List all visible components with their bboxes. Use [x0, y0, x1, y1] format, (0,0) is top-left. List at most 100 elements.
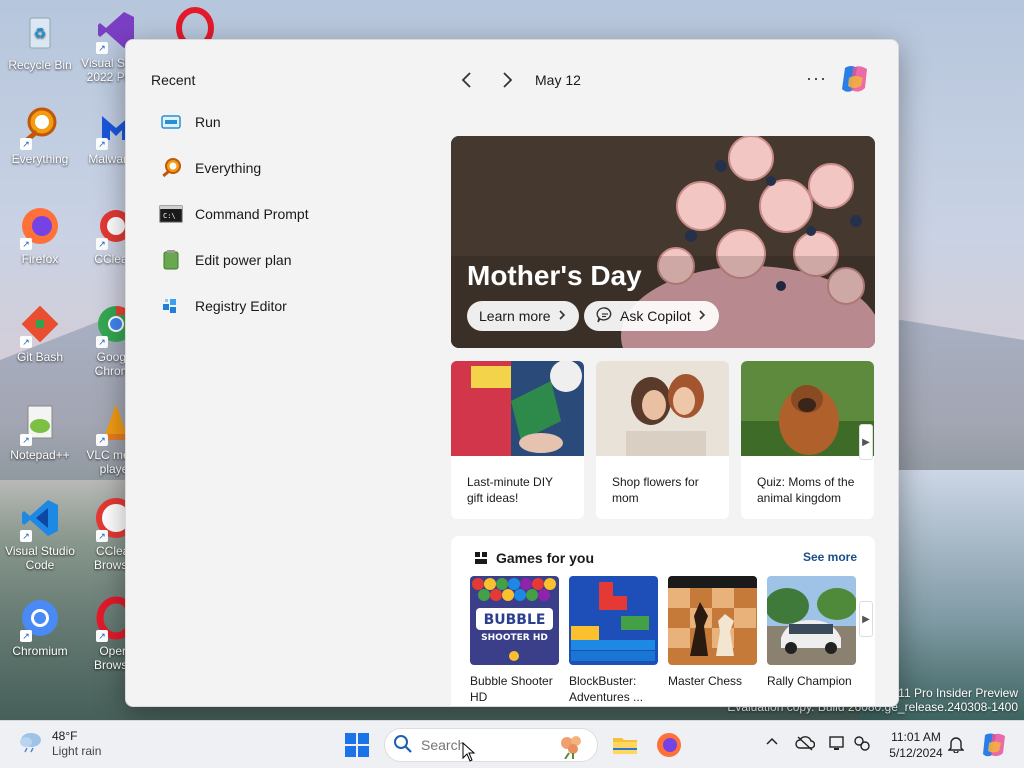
cards-scroll-right-button[interactable]: ▶: [859, 424, 873, 460]
desktop-icon-firefox[interactable]: ↗ Firefox: [0, 204, 80, 266]
recent-item-label: Command Prompt: [195, 206, 309, 222]
search-input[interactable]: [421, 737, 541, 753]
game-tile[interactable]: Rally Champion: [767, 576, 857, 689]
game-name: Rally Champion: [767, 674, 852, 688]
chevron-right-icon: [697, 308, 707, 324]
more-options-button[interactable]: ···: [806, 68, 827, 89]
recent-item-registry-editor[interactable]: Registry Editor: [159, 291, 287, 321]
run-icon: [159, 110, 183, 134]
recent-item-label: Registry Editor: [195, 298, 287, 314]
learn-more-label: Learn more: [479, 308, 551, 324]
games-scroll-right-button[interactable]: ▶: [859, 601, 873, 637]
recent-item-edit-power-plan[interactable]: Edit power plan: [159, 245, 292, 275]
desktop-icon-git-bash[interactable]: ↗ Git Bash: [0, 302, 80, 364]
game-thumbnail: BUBBLE SHOOTER HD: [470, 576, 559, 665]
next-button[interactable]: [495, 68, 519, 92]
copilot-taskbar-icon[interactable]: [980, 731, 1008, 759]
game-thumbnail: [767, 576, 856, 665]
desktop-icon-label: Notepad++: [10, 448, 70, 462]
copilot-icon[interactable]: [839, 64, 871, 94]
desktop-icon-label: Chromium: [12, 644, 68, 658]
git-bash-icon: ↗: [18, 302, 62, 348]
card-image: [596, 361, 729, 456]
firefox-taskbar-icon[interactable]: [655, 731, 683, 759]
widgets-area: May 12 ··· Mother's Day Learn more Ask C…: [451, 40, 881, 706]
start-panel: Recent Run Everything C:\ Command Prompt…: [125, 39, 899, 707]
volume-settings-icon[interactable]: [853, 735, 871, 754]
mouse-cursor: [462, 741, 476, 767]
desktop-icon-label: Firefox: [21, 252, 59, 266]
game-name: BlockBuster: Adventures ...: [569, 674, 644, 704]
recent-item-label: Everything: [195, 160, 262, 176]
weather-widget[interactable]: 48°F Light rain: [18, 729, 101, 759]
see-more-link[interactable]: See more: [803, 550, 857, 564]
game-tile[interactable]: Master Chess: [668, 576, 758, 689]
network-icon[interactable]: [828, 735, 846, 754]
clock[interactable]: 11:01 AM 5/12/2024: [884, 729, 948, 761]
clock-time: 11:01 AM: [891, 730, 941, 744]
game-tile[interactable]: BUBBLE SHOOTER HD Bubble Shooter HD: [470, 576, 560, 705]
game-controller-icon: [473, 550, 489, 570]
chat-bubble-icon: [596, 306, 614, 327]
recycle-bin-icon: ♻: [18, 10, 62, 54]
game-tile[interactable]: BlockBuster: Adventures ...: [569, 576, 659, 705]
ask-copilot-label: Ask Copilot: [620, 308, 691, 324]
date-label: May 12: [535, 72, 581, 88]
notepad-plus-icon: ↗: [18, 400, 62, 446]
card-caption: Quiz: Moms of the animal kingdom: [757, 475, 855, 505]
vscode-icon: ↗: [18, 496, 62, 542]
cloud-offline-icon[interactable]: [795, 735, 816, 754]
svg-text:♻: ♻: [34, 25, 47, 41]
registry-icon: [159, 294, 183, 318]
games-title: Games for you: [496, 550, 595, 566]
news-card[interactable]: Last-minute DIY gift ideas!: [451, 361, 584, 519]
firefox-icon: ↗: [18, 204, 62, 250]
magnifier-icon: ↗: [18, 104, 62, 150]
previous-button[interactable]: [455, 68, 479, 92]
news-card[interactable]: Quiz: Moms of the animal kingdom: [741, 361, 874, 519]
hero-banner[interactable]: Mother's Day Learn more Ask Copilot: [451, 136, 875, 348]
card-caption: Last-minute DIY gift ideas!: [467, 475, 553, 505]
notifications-bell-icon[interactable]: [947, 735, 965, 756]
svg-text:C:\: C:\: [163, 212, 176, 220]
desktop-icon-recycle-bin[interactable]: ♻ Recycle Bin: [0, 10, 80, 72]
show-hidden-icons-button[interactable]: [765, 735, 779, 752]
recent-item-run[interactable]: Run: [159, 107, 221, 137]
start-button[interactable]: [343, 731, 371, 759]
game-name: Master Chess: [668, 674, 743, 688]
games-section: Games for you See more BUBBLE SHOOTER HD: [451, 536, 875, 706]
learn-more-button[interactable]: Learn more: [467, 301, 579, 331]
weather-temp: 48°F: [52, 729, 78, 743]
recent-title: Recent: [151, 72, 196, 88]
desktop-icon-everything[interactable]: ↗ Everything: [0, 104, 80, 166]
news-card[interactable]: Shop flowers for mom: [596, 361, 729, 519]
search-icon: [393, 734, 413, 757]
recent-item-everything[interactable]: Everything: [159, 153, 261, 183]
game-thumbnail: [668, 576, 757, 665]
svg-text:BUBBLE: BUBBLE: [484, 612, 546, 628]
power-plan-icon: [159, 248, 183, 272]
card-image: [451, 361, 584, 456]
everything-icon: [159, 156, 183, 180]
desktop-icon-vscode[interactable]: ↗ Visual Studio Code: [0, 496, 80, 572]
desktop-icon-notepad-plus[interactable]: ↗ Notepad++: [0, 400, 80, 462]
chromium-icon: ↗: [18, 596, 62, 642]
card-image: [741, 361, 874, 456]
game-name: Bubble Shooter HD: [470, 674, 553, 704]
desktop-icon-label: Recycle Bin: [8, 58, 72, 72]
game-thumbnail: [569, 576, 658, 665]
search-box[interactable]: [384, 728, 598, 762]
cloud-rain-icon: [18, 730, 44, 759]
chevron-right-icon: [557, 308, 567, 324]
recent-item-label: Edit power plan: [195, 252, 292, 268]
ask-copilot-button[interactable]: Ask Copilot: [584, 301, 719, 331]
search-highlight-flowers-icon: [557, 733, 587, 762]
desktop-icon-chromium[interactable]: ↗ Chromium: [0, 596, 80, 658]
weather-condition: Light rain: [52, 744, 102, 758]
recent-item-label: Run: [195, 114, 221, 130]
recent-item-command-prompt[interactable]: C:\ Command Prompt: [159, 199, 309, 229]
desktop-icon-label: Everything: [11, 152, 69, 166]
hero-title: Mother's Day: [467, 260, 642, 291]
taskbar: 48°F Light rain 11:01 AM 5/12: [0, 720, 1024, 768]
file-explorer-icon[interactable]: [611, 731, 639, 759]
